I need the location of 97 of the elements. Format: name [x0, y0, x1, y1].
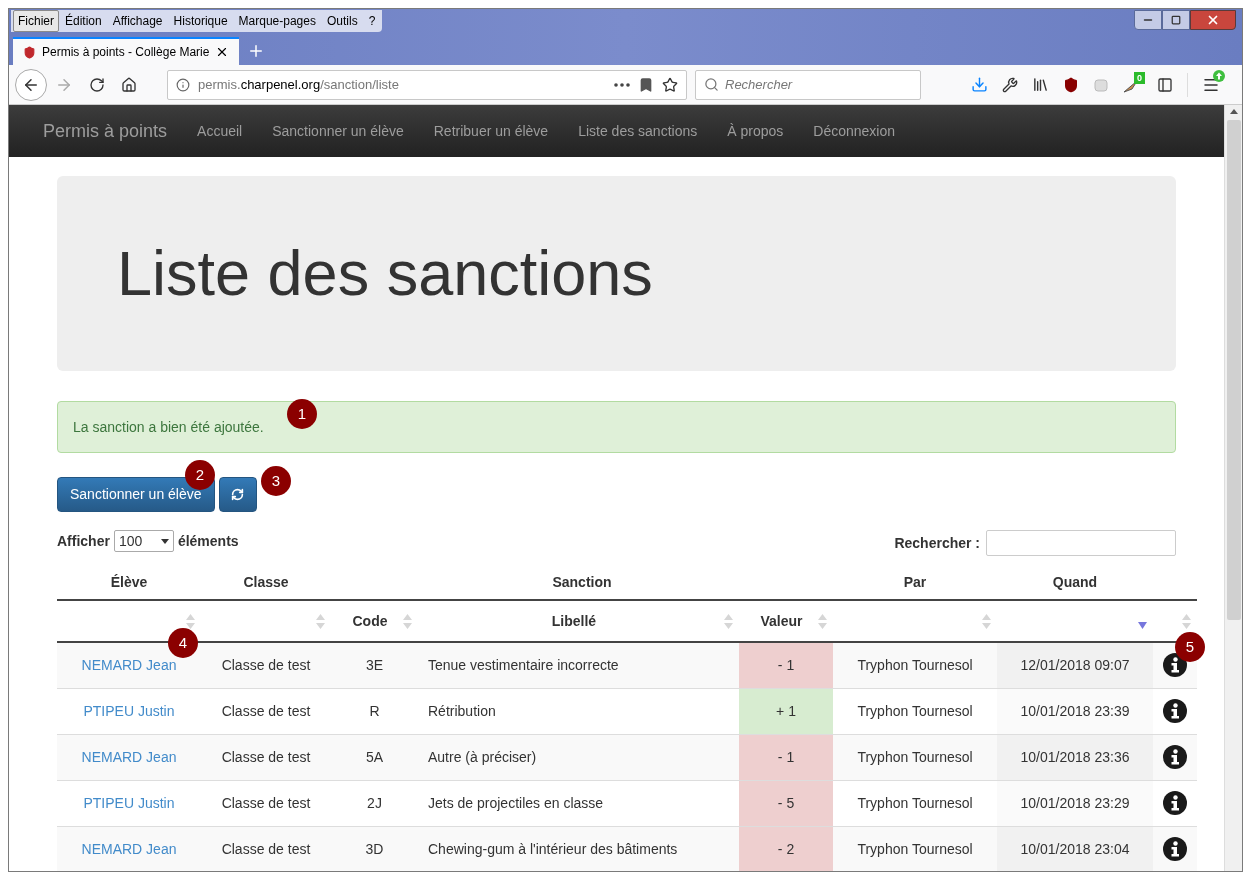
refresh-icon [231, 488, 245, 501]
info-icon[interactable] [1163, 791, 1187, 815]
wrench-icon[interactable] [1002, 76, 1018, 93]
pocket-icon[interactable] [638, 76, 654, 93]
info-icon[interactable] [1163, 699, 1187, 723]
show-label: Afficher [57, 531, 110, 551]
search-input[interactable]: Rechercher [725, 74, 905, 95]
label-cell: Tenue vestimentaire incorrecte [428, 656, 619, 673]
minimize-button[interactable] [1134, 10, 1162, 30]
code-cell: 2J [367, 794, 382, 811]
page-size-select[interactable]: 100 [113, 530, 174, 552]
browser-tab[interactable]: Permis à points - Collège Marie [13, 37, 240, 65]
column-header[interactable]: Valeur [760, 612, 803, 629]
refresh-button[interactable] [218, 477, 257, 512]
author-cell: Tryphon Tournesol [857, 840, 973, 857]
date-cell: 12/01/2018 09:07 [1020, 656, 1130, 673]
column-header[interactable]: Code [352, 612, 388, 629]
caret-icon [160, 538, 169, 544]
class-cell: Classe de test [221, 794, 311, 811]
column-header[interactable]: Libellé [551, 612, 597, 629]
home-icon[interactable] [121, 76, 137, 93]
menu-item[interactable]: Historique [168, 10, 233, 32]
author-cell: Tryphon Tournesol [857, 794, 973, 811]
code-cell: 5A [365, 748, 384, 765]
download-icon[interactable] [971, 76, 988, 93]
scrollbar-thumb[interactable] [1226, 120, 1241, 620]
menu-item[interactable]: Fichier [13, 10, 59, 32]
class-cell: Classe de test [221, 840, 311, 857]
code-cell: R [369, 702, 380, 719]
sidebar-icon[interactable] [1157, 76, 1173, 93]
nav-link[interactable]: Liste des sanctions [578, 120, 698, 142]
code-cell: 3D [365, 840, 384, 857]
menu-item[interactable]: Marque-pages [233, 10, 321, 32]
maximize-button[interactable] [1162, 10, 1190, 30]
maximize-icon [1171, 15, 1181, 25]
entries-label: éléments [177, 531, 239, 551]
scroll-up-icon[interactable] [1229, 109, 1238, 114]
library-icon[interactable] [1032, 76, 1049, 93]
update-icon [1213, 69, 1225, 82]
value-cell: - 1 [739, 642, 833, 688]
group-header: Quand [1052, 574, 1098, 590]
class-cell: Classe de test [221, 702, 311, 719]
reload-icon[interactable] [89, 76, 105, 93]
date-cell: 10/01/2018 23:36 [1020, 748, 1130, 765]
star-icon[interactable] [662, 76, 678, 93]
student-link[interactable]: PTIPEU Justin [83, 794, 175, 811]
url-text: permis.charpenel.org/sanction/liste [198, 75, 399, 94]
label-cell: Autre (à préciser) [428, 748, 537, 765]
info-icon[interactable] [1163, 745, 1187, 769]
author-cell: Tryphon Tournesol [857, 748, 973, 765]
shield-icon[interactable] [1063, 76, 1079, 93]
back-button[interactable] [15, 68, 47, 101]
close-icon [1206, 13, 1220, 27]
menu-item[interactable]: Outils [321, 10, 363, 32]
brand-link[interactable]: Permis à points [43, 117, 168, 145]
close-button[interactable] [1190, 10, 1236, 30]
value-cell: - 1 [739, 734, 833, 780]
date-cell: 10/01/2018 23:04 [1020, 840, 1130, 857]
label-cell: Rétribution [428, 702, 496, 719]
menu-item[interactable]: Édition [60, 10, 107, 32]
group-header: Classe [243, 574, 289, 590]
nav-link[interactable]: Sanctionner un élève [272, 120, 404, 142]
class-cell: Classe de test [221, 748, 311, 765]
value-cell: + 1 [739, 688, 833, 734]
search-label: Rechercher : [894, 533, 980, 553]
date-cell: 10/01/2018 23:29 [1020, 794, 1130, 811]
nav-link[interactable]: Accueil [197, 120, 243, 142]
address-bar[interactable]: permis.charpenel.org/sanction/liste [167, 69, 687, 100]
more-icon[interactable] [614, 82, 630, 87]
author-cell: Tryphon Tournesol [857, 656, 973, 673]
value-cell: - 5 [739, 780, 833, 826]
menu-item[interactable]: Affichage [107, 10, 168, 32]
author-cell: Tryphon Tournesol [857, 702, 973, 719]
group-header: Sanction [552, 574, 612, 590]
class-cell: Classe de test [221, 656, 311, 673]
nav-link[interactable]: À propos [727, 120, 784, 142]
shield-icon [23, 45, 36, 59]
info-icon[interactable] [1163, 837, 1187, 861]
label-cell: Jets de projectiles en classe [428, 794, 604, 811]
page-title: Liste des sanctions [117, 242, 653, 305]
search-field[interactable]: Rechercher [695, 69, 921, 100]
search-icon [704, 77, 719, 92]
count-badge: 0 [1134, 71, 1145, 84]
label-cell: Chewing-gum à l'intérieur des bâtiments [428, 840, 678, 857]
date-cell: 10/01/2018 23:39 [1020, 702, 1130, 719]
group-header: Élève [110, 574, 148, 590]
value-cell: - 2 [739, 826, 833, 871]
group-header: Par [903, 574, 927, 590]
nav-link[interactable]: Déconnexion [813, 120, 895, 142]
nav-link[interactable]: Retribuer un élève [433, 120, 549, 142]
student-link[interactable]: PTIPEU Justin [83, 702, 175, 719]
alert-message: La sanction a bien été ajoutée. [73, 417, 264, 437]
code-cell: 3E [365, 656, 384, 673]
tab-title: Permis à points - Collège Marie [42, 44, 210, 61]
sort-descending-icon[interactable] [1138, 621, 1147, 629]
table-search-field[interactable] [986, 530, 1176, 556]
menu-item[interactable]: ? [363, 10, 381, 32]
